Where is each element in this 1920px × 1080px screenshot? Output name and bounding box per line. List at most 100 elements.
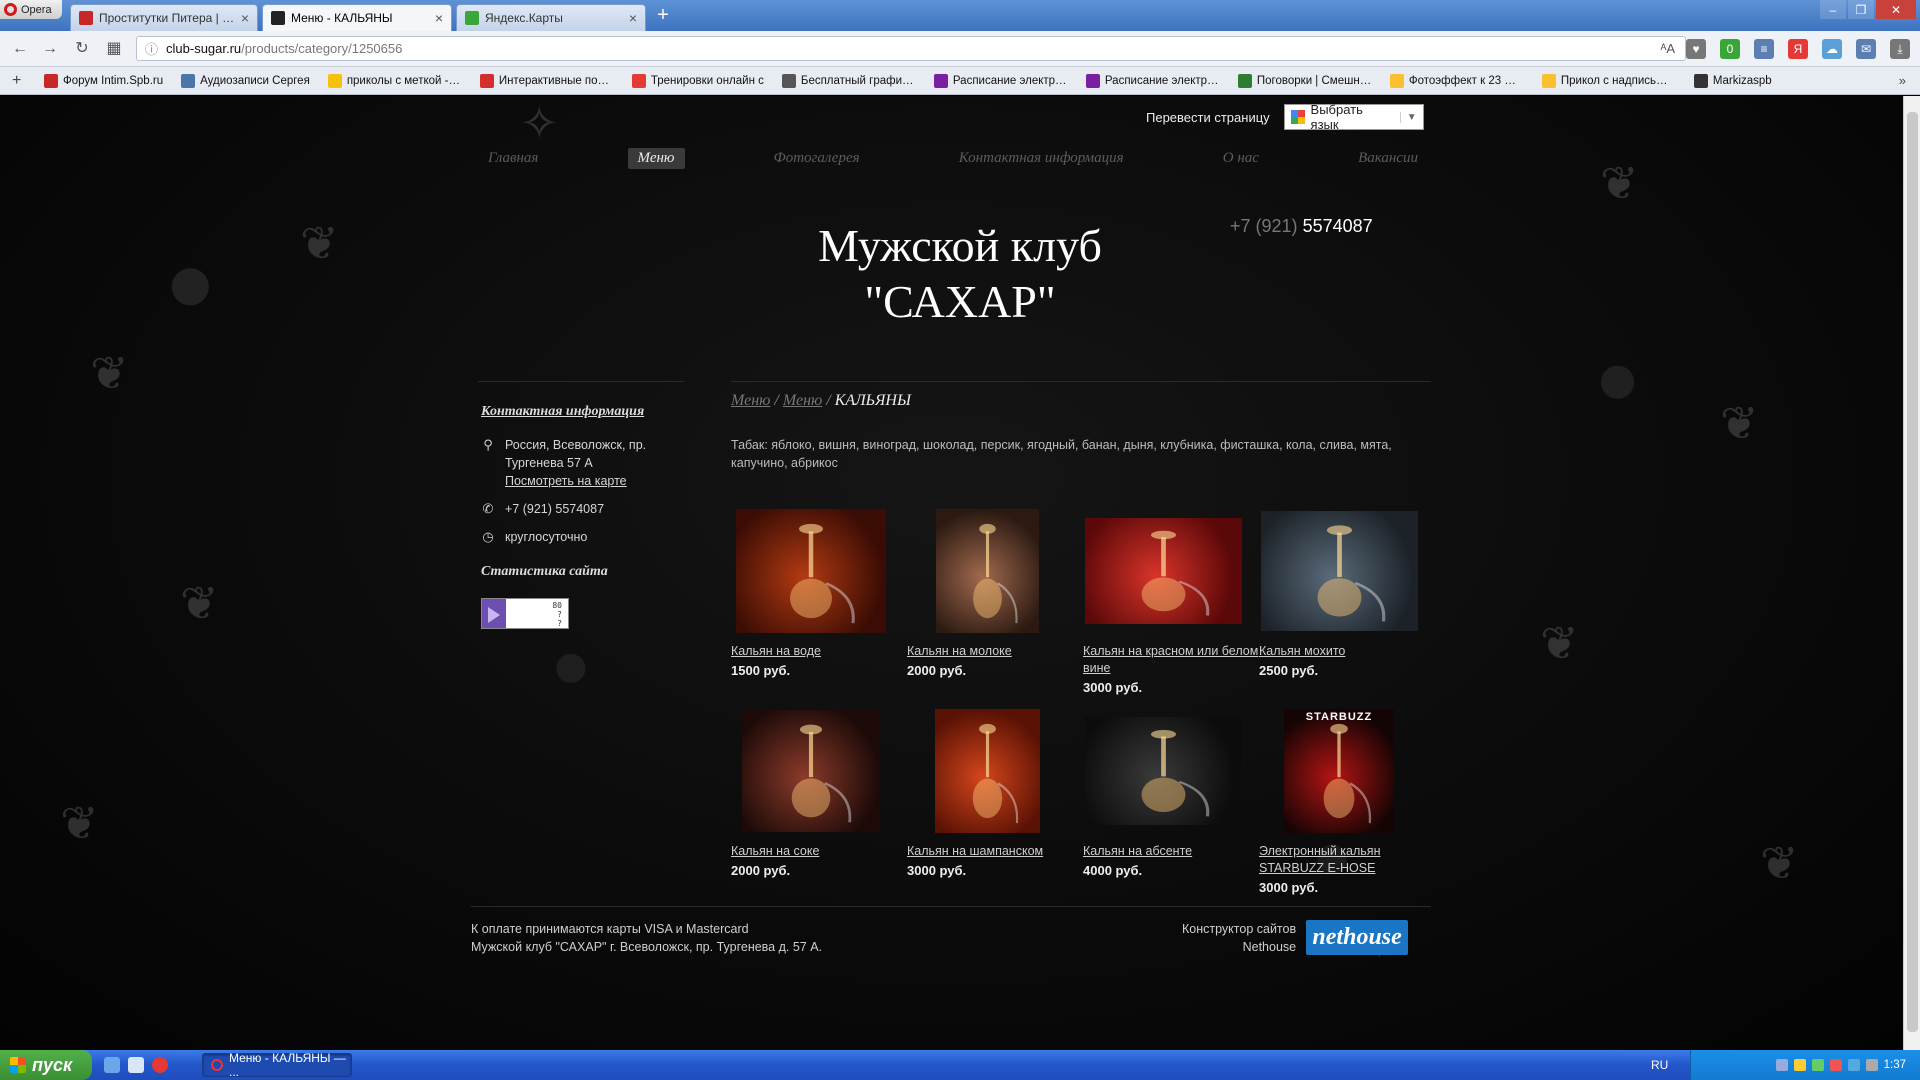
taskbar-opera-window[interactable]: Меню - КАЛЬЯНЫ — ... xyxy=(202,1051,352,1079)
bookmark-item[interactable]: Поговорки | Смешные xyxy=(1237,73,1372,88)
browser-tab[interactable]: Меню - КАЛЬЯНЫ × xyxy=(262,4,452,31)
bookmark-item[interactable]: Расписание электричек xyxy=(933,73,1068,88)
product-name-link[interactable]: Кальян мохито xyxy=(1259,643,1435,660)
product-card: Кальян на красном или белом вине 3000 руб… xyxy=(1083,509,1259,695)
more-bookmarks-icon[interactable]: » xyxy=(1899,73,1906,88)
bookmark-label: Тренировки онлайн с xyxy=(650,74,764,87)
product-name-link[interactable]: Кальян на соке xyxy=(731,843,907,860)
translate-widget: Перевести страницу Выбрать язык ▼ xyxy=(1146,102,1424,132)
bookmark-item[interactable]: Прикол с надписью он xyxy=(1541,73,1676,88)
bookmark-item[interactable]: Форум Intim.Spb.ru xyxy=(44,73,163,88)
scrollbar-thumb[interactable] xyxy=(1907,112,1918,1032)
product-image-link[interactable] xyxy=(1083,709,1243,833)
view-map-link[interactable]: Посмотреть на карте xyxy=(505,472,681,490)
page-scrollbar[interactable] xyxy=(1903,96,1920,1050)
tray-volume-icon[interactable] xyxy=(1847,1059,1860,1071)
tab-close-icon[interactable]: × xyxy=(241,10,249,26)
bookmark-item[interactable]: Расписание электричек xyxy=(1085,73,1220,88)
nav-item[interactable]: Фотогалерея xyxy=(764,148,870,169)
header-phone-number: 5574087 xyxy=(1302,216,1373,236)
product-name-link[interactable]: Кальян на красном или белом вине xyxy=(1083,643,1259,677)
product-name-link[interactable]: Кальян на молоке xyxy=(907,643,1083,660)
bookmark-item[interactable]: Markizaspb xyxy=(1693,73,1772,88)
contact-heading[interactable]: Контактная информация xyxy=(481,404,681,420)
show-desktop-icon[interactable] xyxy=(104,1057,120,1073)
product-name-link[interactable]: Кальян на абсенте xyxy=(1083,843,1259,860)
nav-item[interactable]: Вакансии xyxy=(1348,148,1428,169)
mail-icon[interactable]: ✉ xyxy=(1856,39,1876,59)
bookmark-item[interactable]: приколы с меткой - ст xyxy=(327,73,462,88)
heart-icon[interactable]: ♥ xyxy=(1686,39,1706,59)
tray-app-icon[interactable] xyxy=(1829,1059,1842,1071)
product-name-link[interactable]: Электронный кальян STARBUZZ E-HOSE xyxy=(1259,843,1435,877)
reload-button[interactable]: ↻ xyxy=(72,39,92,59)
site-counter-badge[interactable]: 80?? xyxy=(481,598,569,629)
nav-item[interactable]: Меню xyxy=(627,148,685,169)
product-name-link[interactable]: Кальян на воде xyxy=(731,643,907,660)
tray-network-icon[interactable] xyxy=(1775,1059,1788,1071)
product-image-link[interactable] xyxy=(907,709,1067,833)
window-controls: – ❐ ✕ xyxy=(1820,0,1916,19)
yandex-icon[interactable]: Я xyxy=(1788,39,1808,59)
tray-warning-icon[interactable] xyxy=(1793,1059,1806,1071)
back-button[interactable]: ← xyxy=(10,39,30,59)
nav-item[interactable]: Главная xyxy=(478,148,548,169)
product-image-link[interactable]: STARBUZZ xyxy=(1259,709,1419,833)
tray-antivirus-icon[interactable] xyxy=(1811,1059,1824,1071)
bookmark-item[interactable]: Интерактивные покер xyxy=(479,73,614,88)
nethouse-logo[interactable]: nethouse xyxy=(1306,920,1409,955)
product-price: 3000 руб. xyxy=(907,863,967,878)
product-price: 2000 руб. xyxy=(731,863,791,878)
breadcrumb-menu-link-2[interactable]: Меню xyxy=(783,392,822,409)
product-price: 4000 руб. xyxy=(1083,863,1143,878)
taskbar-window-title: Меню - КАЛЬЯНЫ — ... xyxy=(229,1051,346,1079)
extension-notes-icon[interactable]: ≡ xyxy=(1754,39,1774,59)
download-icon[interactable]: ⤓ xyxy=(1890,39,1910,59)
minimize-button[interactable]: – xyxy=(1820,0,1846,19)
browser-tab[interactable]: Яндекс.Карты × xyxy=(456,4,646,31)
breadcrumb-menu-link[interactable]: Меню xyxy=(731,392,770,409)
footer-address-text: Мужской клуб "САХАР" г. Всеволожск, пр. … xyxy=(471,940,823,954)
bookmark-item[interactable]: Тренировки онлайн с xyxy=(631,73,764,88)
product-image-link[interactable] xyxy=(1259,509,1419,633)
url-input[interactable]: ⓘ club-sugar.ru/products/category/125065… xyxy=(136,36,1686,61)
close-window-button[interactable]: ✕ xyxy=(1876,0,1916,19)
translate-icon[interactable]: ᴬA xyxy=(1660,41,1675,56)
language-select[interactable]: Выбрать язык ▼ xyxy=(1283,102,1424,132)
product-name-link[interactable]: Кальян на шампанском xyxy=(907,843,1083,860)
opera-quicklaunch-icon[interactable] xyxy=(152,1057,168,1073)
tab-title: Проститутки Питера | салон xyxy=(99,11,235,25)
constructor-label[interactable]: Конструктор сайтов xyxy=(1182,920,1296,938)
tab-close-icon[interactable]: × xyxy=(629,10,637,26)
constructor-name[interactable]: Nethouse xyxy=(1182,938,1297,956)
restore-button[interactable]: ❐ xyxy=(1848,0,1874,19)
explorer-icon[interactable] xyxy=(128,1057,144,1073)
weather-icon[interactable]: ☁ xyxy=(1822,39,1842,59)
start-button[interactable]: пуск xyxy=(0,1050,92,1080)
site-info-icon[interactable]: ⓘ xyxy=(145,39,158,58)
tray-misc-icon[interactable] xyxy=(1865,1059,1878,1071)
input-language[interactable]: RU xyxy=(1651,1058,1668,1072)
product-image-link[interactable] xyxy=(907,509,1067,633)
opera-menu-button[interactable]: Opera xyxy=(0,0,62,19)
hookah-icon xyxy=(972,723,1018,824)
speed-dial-icon[interactable]: ▦ xyxy=(104,39,124,59)
address-bar: ← → ↻ ▦ ⓘ club-sugar.ru/products/categor… xyxy=(0,31,1920,67)
bookmark-item[interactable]: Аудиозаписи Сергея xyxy=(181,73,310,88)
browser-tab[interactable]: Проститутки Питера | салон × xyxy=(70,4,258,31)
product-card: STARBUZZ Электронный кальян STARBUZZ E-HO… xyxy=(1259,709,1435,895)
sidebar: Контактная информация ⚲ Россия, Всеволож… xyxy=(481,404,681,629)
product-image-link[interactable] xyxy=(1083,509,1243,633)
bookmark-item[interactable]: Фотоэффект к 23 фев xyxy=(1389,73,1524,88)
nav-item[interactable]: О нас xyxy=(1213,148,1269,169)
product-image-link[interactable] xyxy=(731,509,891,633)
bookmark-item[interactable]: Бесплатный графичес xyxy=(781,73,916,88)
new-tab-button[interactable]: + xyxy=(652,5,674,26)
butterfly-decor-icon: ❦ xyxy=(60,797,99,849)
product-image-link[interactable] xyxy=(731,709,891,833)
extension-green-icon[interactable]: 0 xyxy=(1720,39,1740,59)
nav-item[interactable]: Контактная информация xyxy=(949,148,1134,169)
add-bookmark-button[interactable]: + xyxy=(12,72,44,90)
forward-button[interactable]: → xyxy=(40,39,60,59)
tab-close-icon[interactable]: × xyxy=(435,10,443,26)
